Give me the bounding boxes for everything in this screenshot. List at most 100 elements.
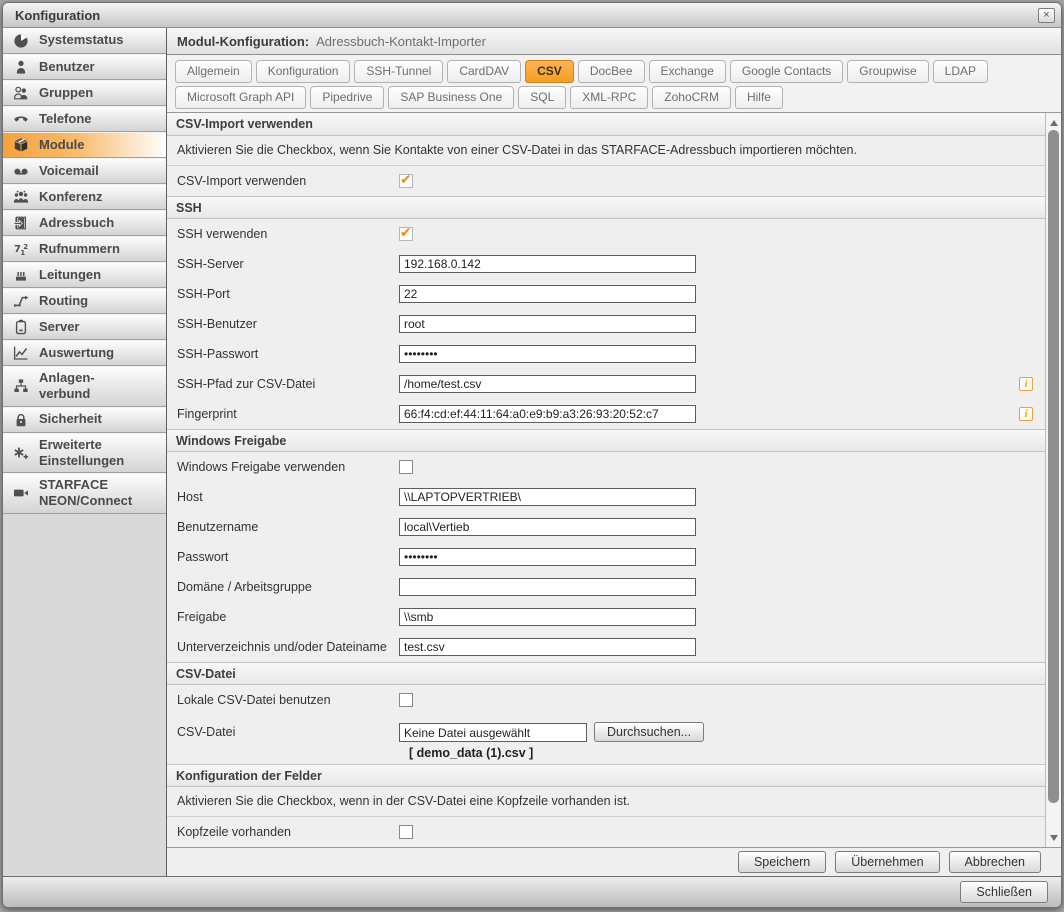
sidebar-item-label: STARFACE NEON/Connect: [39, 474, 132, 513]
sidebar-item-routing[interactable]: Routing: [3, 288, 166, 314]
section-header-windows-freigabe: Windows Freigabe: [167, 429, 1045, 452]
tab-konfiguration[interactable]: Konfiguration: [256, 60, 351, 83]
sidebar-item-server[interactable]: Server: [3, 314, 166, 340]
tab-carddav[interactable]: CardDAV: [447, 60, 521, 83]
ssh-path-input[interactable]: /home/test.csv: [399, 375, 696, 393]
csv-import-checkbox[interactable]: [399, 174, 413, 188]
host-label: Host: [177, 490, 399, 504]
addressbook-icon: [3, 215, 39, 231]
sidebar-item-erweiterte-einstellungen[interactable]: Erweiterte Einstellungen: [3, 433, 166, 474]
ssh-user-input[interactable]: root: [399, 315, 696, 333]
windows-share-use-label: Windows Freigabe verwenden: [177, 460, 399, 474]
systemstatus-icon: [3, 33, 39, 49]
field-row: Freigabe \\smb: [167, 602, 1045, 632]
close-icon[interactable]: ×: [1038, 8, 1055, 23]
sidebar-item-label: Telefone: [39, 108, 92, 130]
main-panel: Modul-Konfiguration: Adressbuch-Kontakt-…: [167, 28, 1061, 876]
field-row: Host \\LAPTOPVERTRIEB\: [167, 482, 1045, 512]
tab-sap-business-one[interactable]: SAP Business One: [388, 86, 514, 109]
tab-xml-rpc[interactable]: XML-RPC: [570, 86, 648, 109]
save-button[interactable]: Speichern: [738, 851, 826, 873]
header-row-checkbox[interactable]: [399, 825, 413, 839]
local-csv-use-label: Lokale CSV-Datei benutzen: [177, 693, 399, 707]
windows-username-label: Benutzername: [177, 520, 399, 534]
sidebar-item-systemstatus[interactable]: Systemstatus: [3, 28, 166, 54]
vertical-scrollbar[interactable]: [1045, 113, 1061, 847]
browse-button[interactable]: Durchsuchen...: [594, 722, 704, 742]
tab-exchange[interactable]: Exchange: [649, 60, 726, 83]
sidebar-item-voicemail[interactable]: Voicemail: [3, 158, 166, 184]
local-csv-use-checkbox[interactable]: [399, 693, 413, 707]
ssh-server-input[interactable]: 192.168.0.142: [399, 255, 696, 273]
sidebar-item-benutzer[interactable]: Benutzer: [3, 54, 166, 80]
conference-icon: [3, 189, 39, 205]
share-label: Freigabe: [177, 610, 399, 624]
tab-microsoft-graph-api[interactable]: Microsoft Graph API: [175, 86, 306, 109]
sidebar-item-rufnummern[interactable]: 712 Rufnummern: [3, 236, 166, 262]
sidebar-item-sicherheit[interactable]: Sicherheit: [3, 407, 166, 433]
settings-content: CSV-Import verwenden Aktivieren Sie die …: [167, 113, 1061, 847]
field-row: Windows Freigabe verwenden: [167, 452, 1045, 482]
domain-input[interactable]: [399, 578, 696, 596]
action-button-row: Speichern Übernehmen Abbrechen: [167, 847, 1061, 876]
host-input[interactable]: \\LAPTOPVERTRIEB\: [399, 488, 696, 506]
apply-button[interactable]: Übernehmen: [835, 851, 939, 873]
close-button[interactable]: Schließen: [960, 881, 1048, 903]
tab-allgemein[interactable]: Allgemein: [175, 60, 252, 83]
sidebar-item-leitungen[interactable]: Leitungen: [3, 262, 166, 288]
ssh-password-label: SSH-Passwort: [177, 347, 399, 361]
sidebar-item-starface-neon[interactable]: STARFACE NEON/Connect: [3, 473, 166, 514]
tab-pipedrive[interactable]: Pipedrive: [310, 86, 384, 109]
field-config-description: Aktivieren Sie die Checkbox, wenn in der…: [167, 787, 1045, 817]
tab-google-contacts[interactable]: Google Contacts: [730, 60, 843, 83]
scrollbar-thumb[interactable]: [1048, 130, 1059, 803]
tab-ldap[interactable]: LDAP: [933, 60, 988, 83]
tab-hilfe[interactable]: Hilfe: [735, 86, 783, 109]
section-header-csv-datei: CSV-Datei: [167, 662, 1045, 685]
tab-docbee[interactable]: DocBee: [578, 60, 645, 83]
scroll-up-icon[interactable]: [1046, 115, 1061, 130]
sidebar-item-auswertung[interactable]: Auswertung: [3, 340, 166, 366]
field-row: Benutzername local\Vertieb: [167, 512, 1045, 542]
tab-groupwise[interactable]: Groupwise: [847, 60, 928, 83]
field-row: CSV-Datei Keine Datei ausgewählt Durchsu…: [167, 715, 1045, 745]
sidebar-item-adressbuch[interactable]: Adressbuch: [3, 210, 166, 236]
sidebar: Systemstatus Benutzer Gruppen Telefone: [3, 28, 167, 876]
csv-file-input[interactable]: Keine Datei ausgewählt: [399, 723, 587, 742]
ssh-use-checkbox[interactable]: [399, 227, 413, 241]
sidebar-item-anlagenverbund[interactable]: Anlagen- verbund: [3, 366, 166, 407]
configuration-window: Konfiguration × Systemstatus Benutzer: [2, 2, 1062, 908]
windows-username-input[interactable]: local\Vertieb: [399, 518, 696, 536]
sidebar-item-label: Rufnummern: [39, 238, 120, 260]
share-input[interactable]: \\smb: [399, 608, 696, 626]
sidebar-item-module[interactable]: Module: [3, 132, 166, 158]
field-row: Kopfzeile vorhanden: [167, 817, 1045, 847]
sidebar-item-telefone[interactable]: Telefone: [3, 106, 166, 132]
network-icon: [3, 378, 39, 394]
fingerprint-input[interactable]: 66:f4:cd:ef:44:11:64:a0:e9:b9:a3:26:93:2…: [399, 405, 696, 423]
routing-icon: [3, 293, 39, 309]
tab-row-2: Microsoft Graph API Pipedrive SAP Busine…: [175, 86, 1061, 109]
sidebar-item-label: Module: [39, 134, 85, 156]
cancel-button[interactable]: Abbrechen: [949, 851, 1041, 873]
subdirectory-input[interactable]: test.csv: [399, 638, 696, 656]
tab-ssh-tunnel[interactable]: SSH-Tunnel: [354, 60, 443, 83]
sidebar-item-gruppen[interactable]: Gruppen: [3, 80, 166, 106]
windows-share-use-checkbox[interactable]: [399, 460, 413, 474]
sidebar-item-label: Erweiterte Einstellungen: [39, 434, 124, 473]
scroll-down-icon[interactable]: [1046, 830, 1061, 845]
sidebar-item-label: Anlagen- verbund: [39, 367, 95, 406]
info-icon[interactable]: i: [1019, 377, 1033, 391]
voicemail-icon: [3, 163, 39, 179]
tab-sql[interactable]: SQL: [518, 86, 566, 109]
sidebar-item-konferenz[interactable]: Konferenz: [3, 184, 166, 210]
group-icon: [3, 85, 39, 101]
sidebar-item-label: Sicherheit: [39, 408, 102, 430]
info-icon[interactable]: i: [1019, 407, 1033, 421]
ssh-port-input[interactable]: 22: [399, 285, 696, 303]
ssh-password-input[interactable]: ••••••••: [399, 345, 696, 363]
windows-password-input[interactable]: ••••••••: [399, 548, 696, 566]
tab-csv[interactable]: CSV: [525, 60, 574, 83]
tab-zohocrm[interactable]: ZohoCRM: [652, 86, 731, 109]
header-value: Adressbuch-Kontakt-Importer: [316, 34, 486, 49]
